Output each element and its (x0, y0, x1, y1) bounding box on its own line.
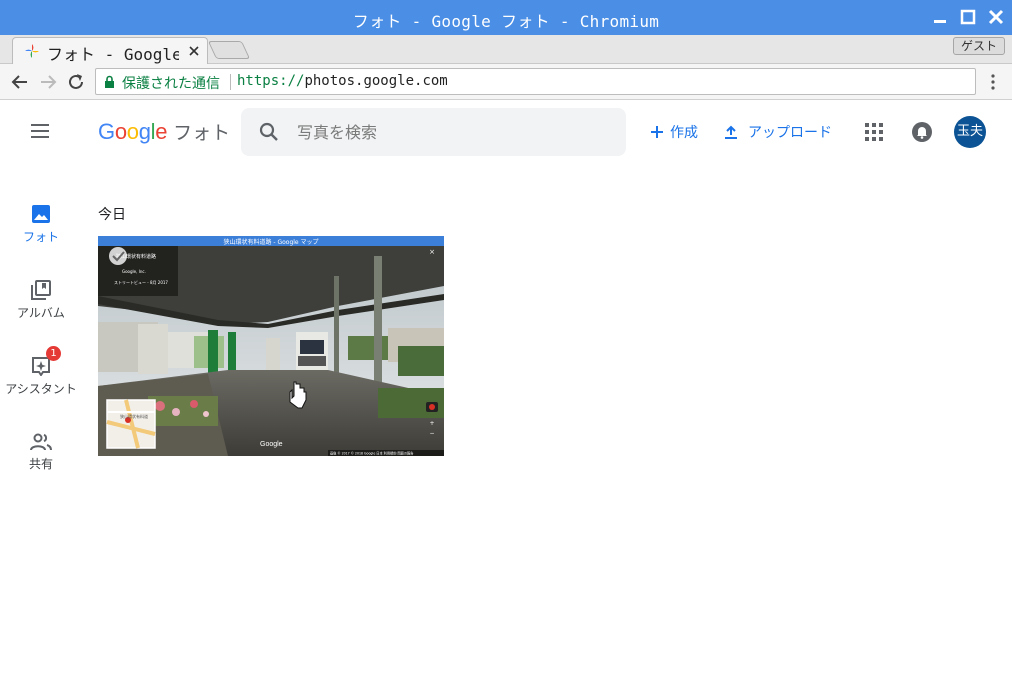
sidebar-item-assistant[interactable]: アシスタント (0, 356, 82, 397)
thumb-window-title: 狭山環状有料道路 - Google マップ (223, 238, 318, 246)
close-icon[interactable] (988, 9, 1004, 25)
thumb-footer: 画像 © 2017 © 2018 Google 日本 利用規約 問題の報告 (330, 451, 413, 456)
plus-icon (651, 126, 663, 138)
sidebar-item-photos[interactable]: フォト (0, 204, 82, 245)
create-label: 作成 (670, 125, 698, 141)
sidebar-item-sharing[interactable]: 共有 (0, 433, 82, 472)
sidebar-item-label: フォト (22, 230, 59, 244)
main-menu-icon[interactable] (30, 123, 50, 139)
thumb-google-brand: Google (260, 441, 283, 448)
people-icon (30, 433, 52, 451)
thumb-sublabel: Google, Inc. (122, 269, 146, 274)
svg-text:×: × (429, 248, 435, 256)
upload-label: アップロード (748, 125, 832, 141)
sidebar-item-label: 共有 (28, 457, 53, 471)
search-icon[interactable] (259, 122, 279, 142)
omnibox-separator (230, 74, 231, 90)
secure-label: 保護された通信 (122, 76, 220, 92)
browser-toolbar: 保護された通信 https://photos.google.com (0, 64, 1012, 100)
back-icon[interactable] (9, 71, 31, 93)
notifications-icon[interactable] (911, 121, 933, 143)
photo-icon (32, 205, 50, 223)
forward-icon[interactable] (37, 71, 59, 93)
search-input[interactable] (297, 118, 607, 146)
sidebar-item-label: アルバム (17, 306, 65, 320)
tab-title: フォト - Google フォト (47, 45, 179, 64)
url-text: https://photos.google.com (237, 73, 448, 89)
title-bar: フォト - Google フォト - Chromium (0, 0, 1012, 35)
product-name: フォト (173, 122, 231, 144)
svg-text:−: − (429, 430, 434, 437)
new-tab-button[interactable] (207, 41, 251, 59)
create-button[interactable]: 作成 (650, 122, 698, 142)
upload-icon (725, 125, 737, 139)
assistant-badge: 1 (46, 346, 61, 361)
browser-window: フォト - Google フォト - Chromium フォト - Google… (0, 0, 1012, 697)
reload-icon[interactable] (65, 71, 87, 93)
date-section-heading: 今日 (98, 207, 126, 223)
apps-grid-icon[interactable] (865, 123, 883, 141)
url-host: photos.google.com (304, 73, 448, 89)
google-photos-logo[interactable]: Google フォト (98, 118, 230, 145)
upload-button[interactable]: アップロード (724, 122, 832, 142)
browser-menu-icon[interactable] (990, 74, 996, 90)
thumb-map-pin-label: 狭山環状有料道 (120, 413, 148, 419)
guest-profile-button[interactable]: ゲスト (953, 37, 1005, 55)
album-icon (31, 280, 51, 300)
maximize-icon[interactable] (960, 9, 976, 25)
lock-icon (105, 75, 114, 88)
url-scheme: https:// (237, 73, 305, 89)
sidebar-item-albums[interactable]: アルバム (0, 280, 82, 321)
street-view-screenshot: 狭山環状有料道路 - Google マップ 狭山環状有料道路 Google, I… (98, 236, 444, 456)
google-wordmark: Google (98, 119, 168, 144)
tab-close-icon[interactable] (189, 46, 199, 56)
google-photos-favicon-icon (25, 44, 39, 58)
svg-text:+: + (429, 420, 434, 427)
minimize-icon[interactable] (932, 9, 948, 25)
tab-strip: フォト - Google フォト ゲスト (0, 35, 1012, 65)
account-avatar[interactable]: 玉夫 (954, 116, 986, 148)
address-bar[interactable]: 保護された通信 https://photos.google.com (95, 68, 976, 95)
sidebar-item-label: アシスタント (5, 382, 77, 396)
photo-thumbnail[interactable]: 狭山環状有料道路 - Google マップ 狭山環状有料道路 Google, I… (98, 236, 444, 456)
search-box[interactable] (241, 108, 626, 156)
thumb-date-label: ストリートビュー - 8月 2017 (114, 279, 168, 285)
tab-photos[interactable]: フォト - Google フォト (12, 37, 208, 65)
window-title: フォト - Google フォト - Chromium (352, 12, 660, 31)
